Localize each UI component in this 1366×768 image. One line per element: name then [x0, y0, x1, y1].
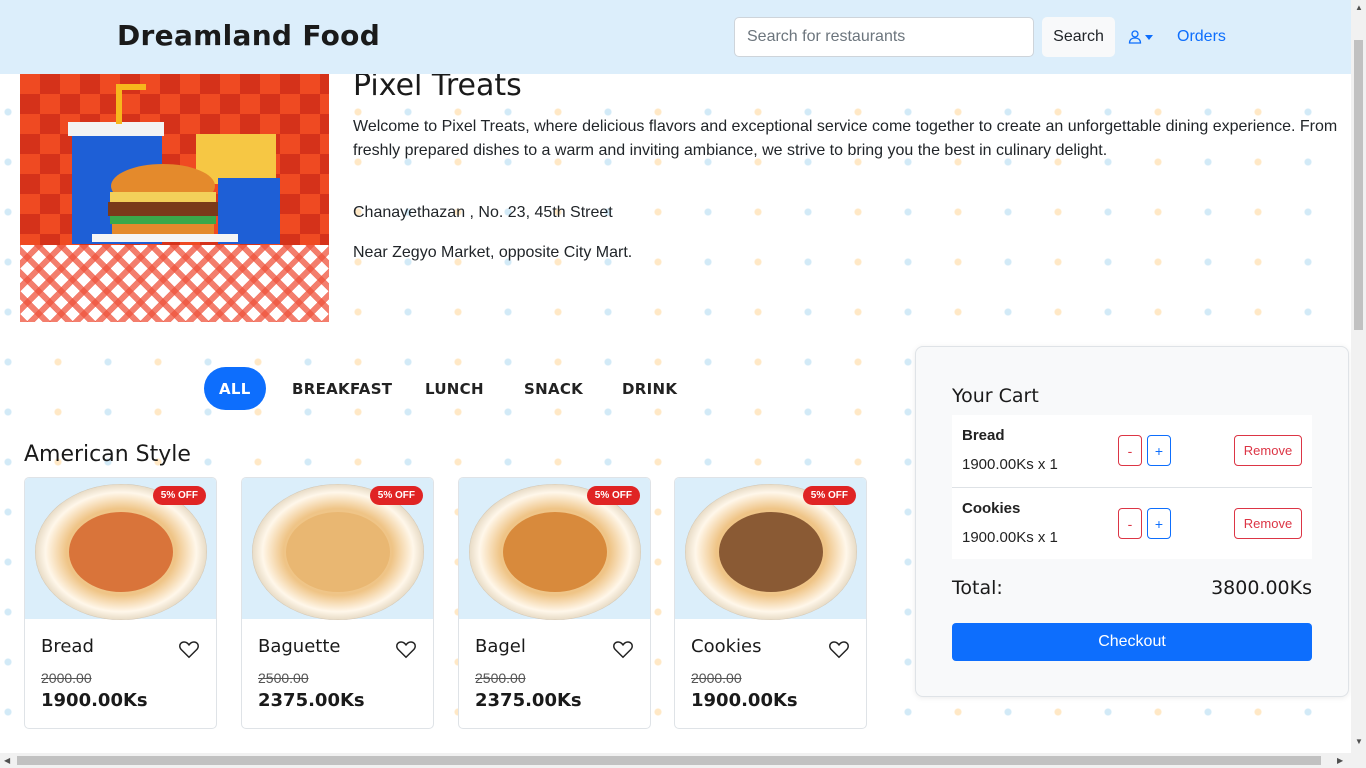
burger-meal-illustration: [68, 84, 280, 244]
discount-badge: 5% OFF: [152, 486, 206, 505]
scroll-down-arrow-icon[interactable]: ▼: [1355, 737, 1363, 746]
original-price: 2500.00: [258, 670, 309, 686]
cart-item: Cookies 1900.00Ks x 1 - + Remove: [952, 487, 1312, 559]
increase-quantity-button[interactable]: +: [1147, 508, 1171, 539]
cart-item-price: 1900.00Ks x 1: [962, 456, 1058, 473]
tab-all[interactable]: ALL: [204, 367, 266, 410]
vertical-scrollbar[interactable]: ▲ ▼: [1351, 0, 1366, 768]
tab-lunch[interactable]: LUNCH: [425, 367, 484, 410]
decrease-quantity-button[interactable]: -: [1118, 508, 1142, 539]
cart-item-name: Cookies: [962, 500, 1021, 517]
discounted-price: 1900.00Ks: [691, 690, 798, 711]
scroll-left-arrow-icon[interactable]: ◀: [4, 756, 10, 765]
discount-badge: 5% OFF: [369, 486, 423, 505]
product-image: 5% OFF: [242, 478, 433, 620]
discount-badge: 5% OFF: [586, 486, 640, 505]
product-name: Baguette: [258, 636, 341, 657]
heart-icon[interactable]: [395, 638, 417, 660]
product-image: 5% OFF: [675, 478, 866, 620]
search-button[interactable]: Search: [1042, 17, 1115, 57]
restaurant-address: Chanayethazan , No. 23, 45th Street: [353, 204, 613, 221]
restaurant-landmark: Near Zegyo Market, opposite City Mart.: [353, 244, 633, 261]
food-image: [503, 512, 607, 592]
scroll-up-arrow-icon[interactable]: ▲: [1355, 3, 1363, 12]
navbar: Dreamland Food Search Orders: [0, 0, 1351, 74]
decrease-quantity-button[interactable]: -: [1118, 435, 1142, 466]
food-image: [69, 512, 173, 592]
section-title: American Style: [24, 442, 191, 467]
product-card[interactable]: 5% OFF Baguette 2500.00 2375.00Ks: [241, 477, 434, 729]
horizontal-scrollbar[interactable]: ◀ ▶: [0, 753, 1351, 768]
remove-item-button[interactable]: Remove: [1234, 508, 1302, 539]
product-name: Bagel: [475, 636, 526, 657]
restaurant-hero-image: [20, 74, 329, 322]
heart-icon[interactable]: [612, 638, 634, 660]
user-icon: [1128, 30, 1142, 44]
original-price: 2000.00: [41, 670, 92, 686]
chevron-down-icon: [1145, 34, 1153, 40]
cart-panel: Your Cart Bread 1900.00Ks x 1 - + Remove…: [915, 346, 1349, 697]
discounted-price: 2375.00Ks: [475, 690, 582, 711]
cart-item-name: Bread: [962, 427, 1005, 444]
tab-snack[interactable]: SNACK: [524, 367, 583, 410]
restaurant-description: Welcome to Pixel Treats, where delicious…: [353, 118, 1338, 159]
cart-item: Bread 1900.00Ks x 1 - + Remove: [952, 415, 1312, 487]
orders-link[interactable]: Orders: [1177, 28, 1226, 46]
tab-drink[interactable]: DRINK: [622, 367, 677, 410]
increase-quantity-button[interactable]: +: [1147, 435, 1171, 466]
tab-breakfast[interactable]: BREAKFAST: [292, 367, 392, 410]
user-menu-dropdown[interactable]: [1128, 28, 1153, 46]
product-card[interactable]: 5% OFF Bread 2000.00 1900.00Ks: [24, 477, 217, 729]
heart-icon[interactable]: [828, 638, 850, 660]
product-card[interactable]: 5% OFF Bagel 2500.00 2375.00Ks: [458, 477, 651, 729]
product-image: 5% OFF: [459, 478, 650, 620]
product-name: Bread: [41, 636, 94, 657]
original-price: 2500.00: [475, 670, 526, 686]
product-card[interactable]: 5% OFF Cookies 2000.00 1900.00Ks: [674, 477, 867, 729]
product-image: 5% OFF: [25, 478, 216, 620]
food-image: [286, 512, 390, 592]
discounted-price: 2375.00Ks: [258, 690, 365, 711]
cart-title: Your Cart: [952, 385, 1039, 407]
horizontal-scroll-thumb[interactable]: [17, 756, 1321, 765]
cart-total-value: 3800.00Ks: [1211, 577, 1312, 599]
original-price: 2000.00: [691, 670, 742, 686]
vertical-scroll-thumb[interactable]: [1354, 40, 1363, 330]
food-image: [719, 512, 823, 592]
scroll-right-arrow-icon[interactable]: ▶: [1337, 756, 1343, 765]
remove-item-button[interactable]: Remove: [1234, 435, 1302, 466]
discount-badge: 5% OFF: [802, 486, 856, 505]
checkout-button[interactable]: Checkout: [952, 623, 1312, 661]
product-name: Cookies: [691, 636, 762, 657]
discounted-price: 1900.00Ks: [41, 690, 148, 711]
search-input[interactable]: [734, 17, 1034, 57]
cart-total-label: Total:: [952, 577, 1003, 599]
brand-logo[interactable]: Dreamland Food: [117, 19, 380, 52]
cart-item-price: 1900.00Ks x 1: [962, 529, 1058, 546]
heart-icon[interactable]: [178, 638, 200, 660]
